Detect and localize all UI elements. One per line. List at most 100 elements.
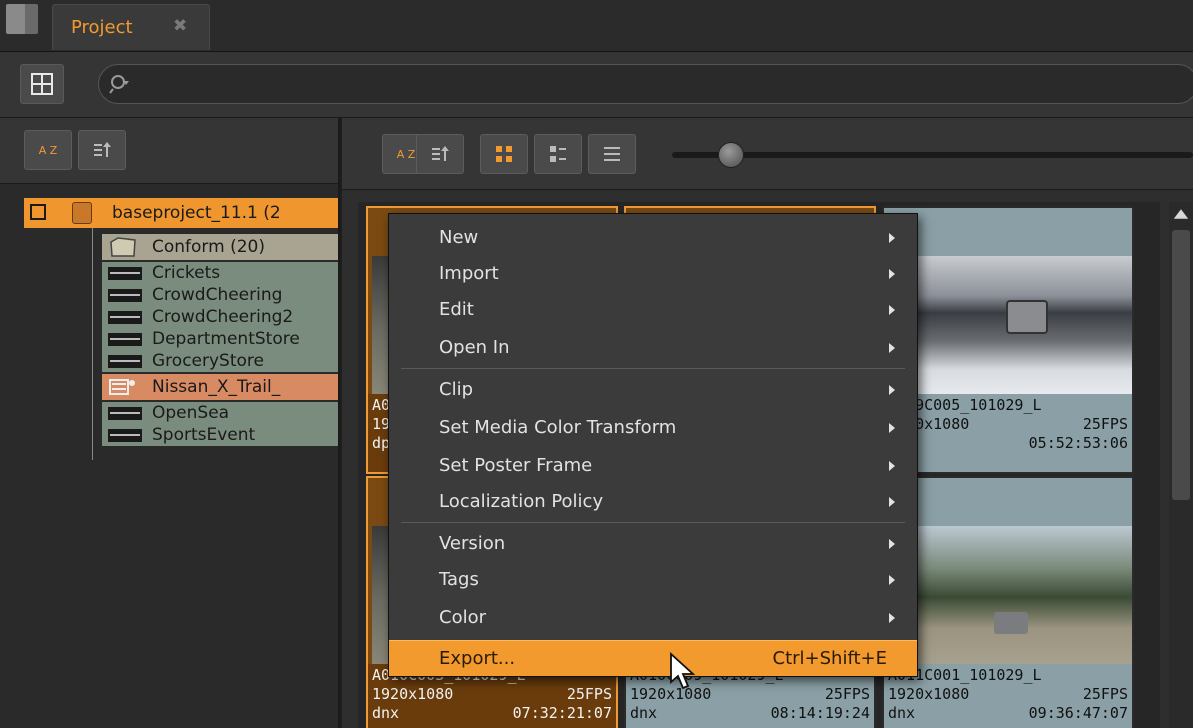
tree-root-project[interactable]: baseproject_11.1 (2 bbox=[24, 198, 338, 228]
clip-tile[interactable]: A011C001_101029_L 1920x1080 25FPS dnx 09:3… bbox=[882, 476, 1134, 728]
mouse-cursor-icon bbox=[670, 652, 696, 690]
clip-timecode: 05:52:53:06 bbox=[1028, 434, 1128, 452]
audio-clip-icon bbox=[108, 267, 142, 280]
tree-root-label: baseproject_11.1 (2 bbox=[112, 203, 281, 223]
menu-item-clip[interactable]: Clip bbox=[389, 372, 917, 408]
clip-codec: dnx bbox=[372, 704, 400, 722]
clip-timecode: 07:32:21:07 bbox=[512, 704, 612, 722]
sort-az-icon: A Z bbox=[38, 143, 58, 157]
scroll-up-icon[interactable] bbox=[1173, 209, 1189, 219]
tree-clip-label: CrowdCheering2 bbox=[152, 307, 294, 327]
menu-item-edit[interactable]: Edit bbox=[389, 292, 917, 328]
collapse-icon[interactable] bbox=[30, 204, 46, 220]
menu-item-import[interactable]: Import bbox=[389, 256, 917, 292]
view-list-button[interactable] bbox=[588, 134, 636, 174]
project-icon bbox=[72, 202, 92, 224]
sort-order-icon bbox=[94, 142, 111, 157]
menu-item-label: Clip bbox=[439, 379, 473, 400]
audio-clip-icon bbox=[108, 355, 142, 368]
submenu-arrow-icon bbox=[889, 539, 895, 549]
sort-order-button[interactable] bbox=[416, 134, 464, 174]
menu-separator bbox=[401, 522, 905, 523]
tree-clip-label: Crickets bbox=[152, 263, 221, 283]
bin-icon bbox=[110, 237, 136, 257]
tree-clip-item[interactable]: OpenSea bbox=[102, 402, 338, 424]
tab-project-label: Project bbox=[71, 17, 133, 38]
menu-item-shortcut: Ctrl+Shift+E bbox=[772, 648, 887, 669]
menu-item-export[interactable]: Export... Ctrl+Shift+E bbox=[389, 640, 917, 676]
detail-view-icon bbox=[550, 146, 566, 162]
clip-timecode: 08:14:19:24 bbox=[770, 704, 870, 722]
clip-codec: dnx bbox=[630, 704, 658, 722]
menu-item-label: Open In bbox=[439, 337, 510, 358]
search-input[interactable] bbox=[98, 64, 1193, 104]
clip-resolution: 1920x1080 bbox=[372, 685, 454, 703]
tree-bin-conform[interactable]: Conform (20) bbox=[102, 234, 338, 260]
submenu-arrow-icon bbox=[889, 461, 895, 471]
pane-grip-icon[interactable] bbox=[6, 4, 38, 34]
submenu-arrow-icon bbox=[889, 613, 895, 623]
slider-handle[interactable] bbox=[718, 142, 744, 168]
tree-bin-label: Conform (20) bbox=[152, 237, 265, 257]
tree-clip-item[interactable]: SportsEvent bbox=[102, 424, 338, 446]
thumbnail-view-icon bbox=[496, 146, 512, 162]
tab-close-icon[interactable]: ✖ bbox=[173, 16, 187, 36]
tree-clip-item[interactable]: Crickets bbox=[102, 262, 338, 284]
clip-fps: 25FPS bbox=[824, 685, 870, 703]
tree-clip-label: OpenSea bbox=[152, 403, 230, 423]
view-thumbnails-button[interactable] bbox=[480, 134, 528, 174]
menu-item-label: Edit bbox=[439, 299, 474, 320]
tab-bar: Project ✖ bbox=[0, 0, 1193, 52]
sort-az-icon: A Z bbox=[396, 147, 416, 161]
audio-clip-icon bbox=[108, 429, 142, 442]
sort-order-icon bbox=[432, 146, 449, 161]
tree-clip-label: DepartmentStore bbox=[152, 329, 300, 349]
clip-fps: 25FPS bbox=[1082, 415, 1128, 433]
search-icon[interactable] bbox=[109, 73, 131, 95]
layout-grid-button[interactable] bbox=[20, 64, 64, 104]
clip-resolution: 1920x1080 bbox=[888, 685, 970, 703]
menu-item-label: Color bbox=[439, 607, 486, 628]
menu-item-label: Tags bbox=[439, 569, 479, 590]
clip-meta: A011C001_101029_L 1920x1080 25FPS dnx 09:3… bbox=[884, 664, 1132, 728]
menu-item-new[interactable]: New bbox=[389, 220, 917, 256]
menu-item-color[interactable]: Color bbox=[389, 600, 917, 636]
sort-order-button[interactable] bbox=[78, 130, 126, 170]
tree-clip-item[interactable]: DepartmentStore bbox=[102, 328, 338, 350]
tree-clip-item-selected[interactable]: Nissan_X_Trail_ bbox=[102, 374, 338, 400]
tab-project[interactable]: Project ✖ bbox=[52, 4, 210, 50]
clip-tile[interactable]: A009C005_101029_L 1920x108025FPS dnx05:5… bbox=[882, 206, 1134, 474]
menu-item-version[interactable]: Version bbox=[389, 526, 917, 562]
thumbnail-size-slider[interactable] bbox=[672, 152, 1193, 158]
project-tree: baseproject_11.1 (2 Conform (20) Cricket… bbox=[0, 184, 338, 728]
audio-clip-icon bbox=[108, 311, 142, 324]
tree-clip-item[interactable]: CrowdCheering2 bbox=[102, 306, 338, 328]
menu-item-tags[interactable]: Tags bbox=[389, 562, 917, 598]
submenu-arrow-icon bbox=[889, 423, 895, 433]
submenu-arrow-icon bbox=[889, 497, 895, 507]
sort-az-button[interactable]: A Z bbox=[24, 130, 72, 170]
scrollbar-thumb[interactable] bbox=[1172, 230, 1190, 500]
menu-item-localization-policy[interactable]: Localization Policy bbox=[389, 484, 917, 520]
menu-item-set-media-color-transform[interactable]: Set Media Color Transform bbox=[389, 410, 917, 446]
left-sort-bar: A Z bbox=[0, 118, 338, 184]
menu-separator bbox=[401, 368, 905, 369]
view-details-button[interactable] bbox=[534, 134, 582, 174]
tree-connector bbox=[92, 228, 93, 460]
tree-clip-label: GroceryStore bbox=[152, 351, 264, 371]
sequence-icon bbox=[109, 379, 135, 395]
vertical-scrollbar[interactable] bbox=[1169, 202, 1193, 728]
menu-item-set-poster-frame[interactable]: Set Poster Frame bbox=[389, 448, 917, 484]
menu-item-label: Export... bbox=[439, 648, 516, 669]
menu-item-open-in[interactable]: Open In bbox=[389, 330, 917, 366]
menu-item-label: Localization Policy bbox=[439, 491, 604, 512]
tree-clip-label: SportsEvent bbox=[152, 425, 256, 445]
tree-clip-label: Nissan_X_Trail_ bbox=[152, 377, 281, 397]
submenu-arrow-icon bbox=[889, 343, 895, 353]
tree-clip-item[interactable]: GroceryStore bbox=[102, 350, 338, 372]
tree-clip-item[interactable]: CrowdCheering bbox=[102, 284, 338, 306]
clip-thumbnail bbox=[888, 526, 1132, 668]
audio-clip-icon bbox=[108, 289, 142, 302]
submenu-arrow-icon bbox=[889, 269, 895, 279]
menu-item-label: Set Media Color Transform bbox=[439, 417, 677, 438]
